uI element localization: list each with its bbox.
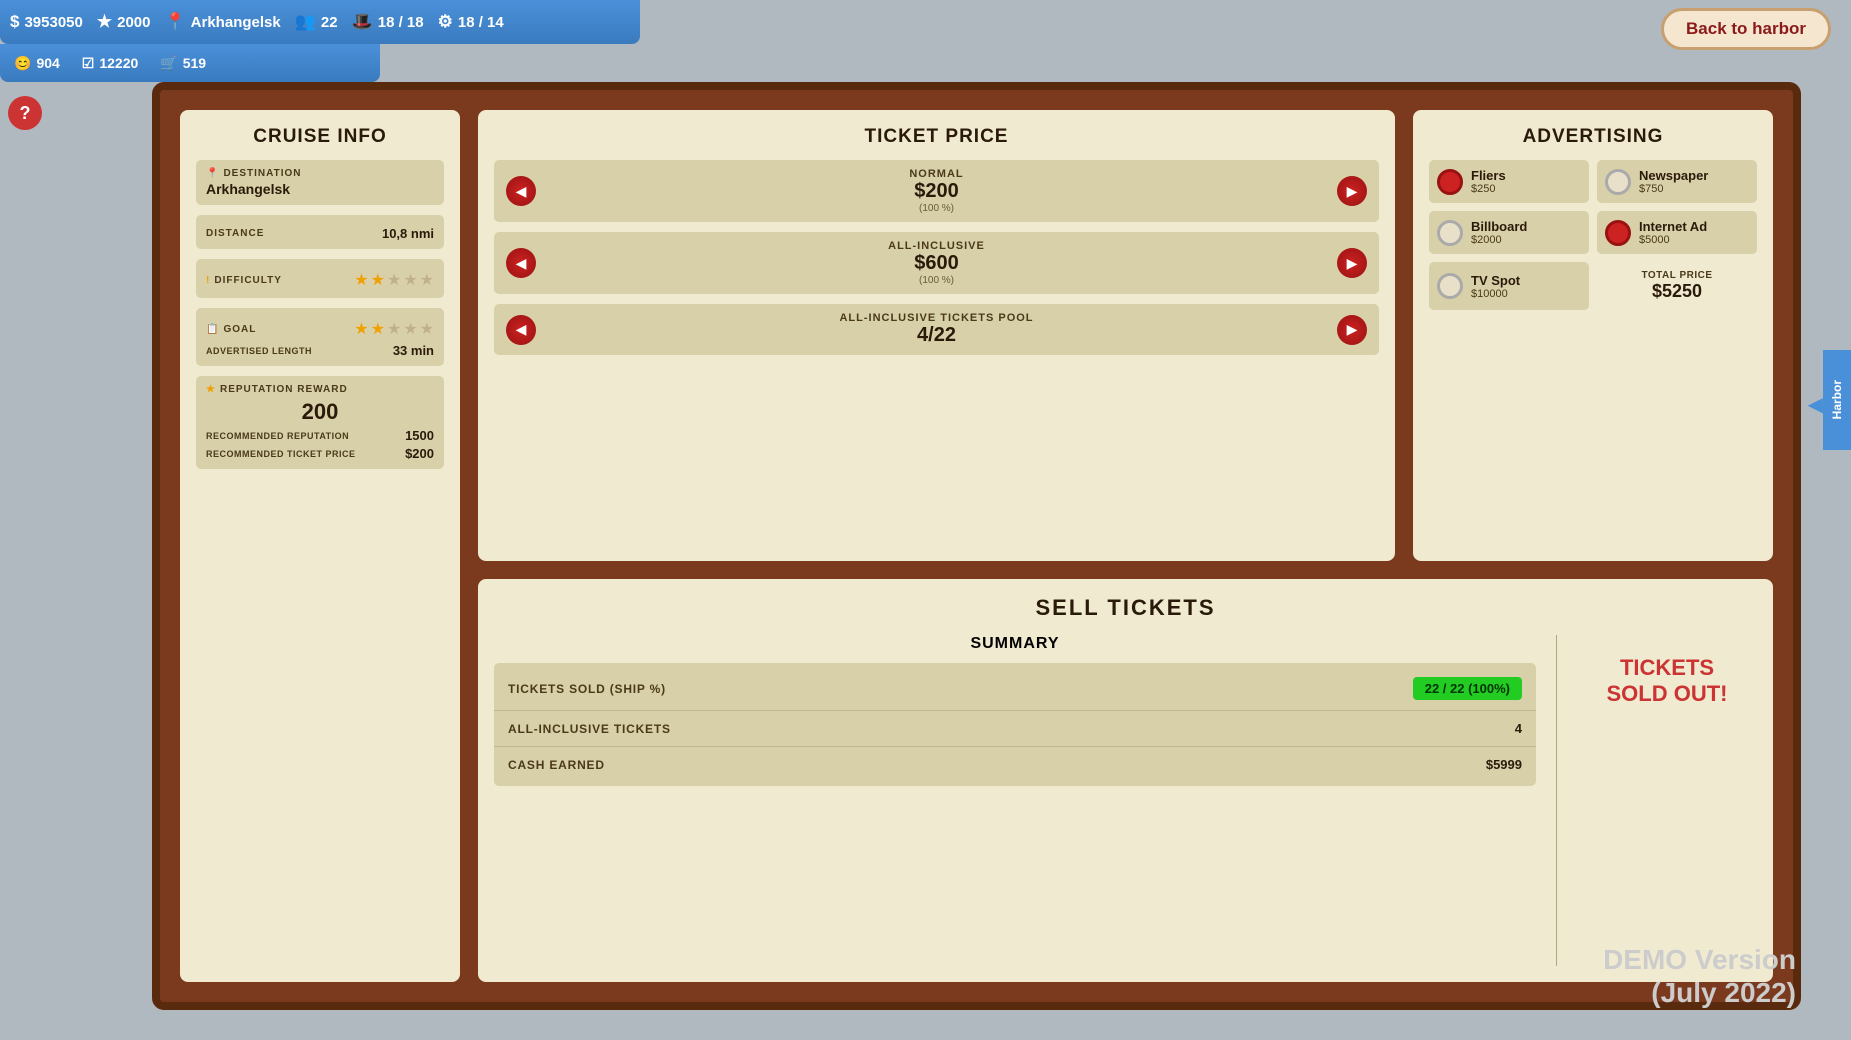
- stat3-display: 🛒 519: [160, 55, 206, 72]
- pool-increase-button[interactable]: ▶: [1337, 315, 1367, 345]
- money-icon: $: [10, 12, 19, 32]
- stat2-icon: ☑: [82, 55, 95, 72]
- summary-table: TICKETS SOLD (SHIP %) 22 / 22 (100%) ALL…: [494, 663, 1536, 786]
- sell-summary-section: SUMMARY TICKETS SOLD (SHIP %) 22 / 22 (1…: [494, 635, 1536, 966]
- star-icon: ★: [97, 12, 112, 32]
- stat2-display: ☑ 12220: [82, 55, 139, 72]
- ad-billboard[interactable]: Billboard $2000: [1429, 211, 1589, 254]
- difficulty-row: ! DIFFICULTY ★ ★ ★ ★ ★: [196, 259, 444, 298]
- harbor-tab[interactable]: Harbor: [1823, 350, 1851, 450]
- ad-internet[interactable]: Internet Ad $5000: [1597, 211, 1757, 254]
- destination-value: Arkhangelsk: [206, 181, 434, 197]
- location-icon: 📍: [165, 12, 186, 32]
- stat3-icon: 🛒: [160, 55, 177, 72]
- tickets-sold-bar: 22 / 22 (100%): [1413, 677, 1522, 700]
- location-display: 📍 Arkhangelsk: [165, 12, 281, 32]
- crew-icon: 👥: [295, 12, 316, 32]
- destination-row: 📍 DESTINATION Arkhangelsk: [196, 160, 444, 205]
- distance-label: DISTANCE: [206, 228, 264, 239]
- capacity-display: 🎩 18 / 18: [352, 12, 424, 32]
- ad-tvspot[interactable]: TV Spot $10000: [1429, 262, 1589, 310]
- stat1-display: 😊 904: [14, 55, 60, 72]
- star-filled-icon: ★: [206, 384, 216, 395]
- back-to-harbor-button[interactable]: Back to harbor: [1661, 8, 1831, 50]
- normal-price-increase-button[interactable]: ▶: [1337, 176, 1367, 206]
- ad-fliers-radio[interactable]: [1437, 169, 1463, 195]
- top-bar: $ 3953050 ★ 2000 📍 Arkhangelsk 👥 22 🎩 18…: [0, 0, 640, 44]
- pool-ticket-row: ◀ ALL-INCLUSIVE TICKETS POOL 4/22 ▶: [494, 304, 1379, 355]
- goal-row: 📋 GOAL ★ ★ ★ ★ ★ ADVERTISED LENGTH 33 mi…: [196, 308, 444, 366]
- advertising-title: ADVERTISING: [1429, 126, 1757, 148]
- advertised-length-label: ADVERTISED LENGTH: [206, 346, 312, 356]
- cruise-info-panel: CRUISE INFO 📍 DESTINATION Arkhangelsk DI…: [180, 110, 460, 982]
- recommended-reputation-row: RECOMMENDED REPUTATION 1500: [206, 428, 434, 443]
- gear-icon: ⚙: [438, 12, 453, 32]
- cash-earned-row: CASH EARNED $5999: [494, 747, 1536, 782]
- stat1-icon: 😊: [14, 55, 31, 72]
- ad-fliers[interactable]: Fliers $250: [1429, 160, 1589, 203]
- distance-row: DISTANCE 10,8 nmi: [196, 215, 444, 249]
- allinclusive-ticket-center: ALL-INCLUSIVE $600 (100 %): [536, 240, 1337, 286]
- difficulty-icon: !: [206, 275, 210, 286]
- cruise-info-title: CRUISE INFO: [196, 126, 444, 148]
- help-button[interactable]: ?: [8, 96, 42, 130]
- advertising-grid: Fliers $250 Newspaper $750 Billboard $20…: [1429, 160, 1757, 310]
- allinclusive-price-decrease-button[interactable]: ◀: [506, 248, 536, 278]
- ad-newspaper[interactable]: Newspaper $750: [1597, 160, 1757, 203]
- sell-tickets-content: SUMMARY TICKETS SOLD (SHIP %) 22 / 22 (1…: [494, 635, 1757, 966]
- normal-ticket-row: ◀ NORMAL $200 (100 %) ▶: [494, 160, 1379, 222]
- tickets-sold-row: TICKETS SOLD (SHIP %) 22 / 22 (100%): [494, 667, 1536, 711]
- ad-internet-radio[interactable]: [1605, 220, 1631, 246]
- ticket-price-panel: TICKET PRICE ◀ NORMAL $200 (100 %) ▶ ◀ A…: [478, 110, 1395, 561]
- advertising-panel: ADVERTISING Fliers $250 Newspaper $750: [1413, 110, 1773, 561]
- pool-ticket-center: ALL-INCLUSIVE TICKETS POOL 4/22: [536, 312, 1337, 347]
- ticket-price-title: TICKET PRICE: [494, 126, 1379, 148]
- sold-out-section: TICKETS SOLD OUT!: [1577, 635, 1757, 966]
- normal-ticket-center: NORMAL $200 (100 %): [536, 168, 1337, 214]
- divider: [1556, 635, 1557, 966]
- reputation-display: ★ 2000: [97, 12, 151, 32]
- difficulty-label: ! DIFFICULTY: [206, 275, 282, 286]
- settings-display: ⚙ 18 / 14: [438, 12, 504, 32]
- capacity-icon: 🎩: [352, 12, 373, 32]
- demo-watermark: DEMO Version (July 2022): [1603, 943, 1796, 1010]
- ad-total: TOTAL PRICE $5250: [1597, 262, 1757, 310]
- normal-price-decrease-button[interactable]: ◀: [506, 176, 536, 206]
- money-display: $ 3953050: [10, 12, 83, 32]
- allinclusive-price-increase-button[interactable]: ▶: [1337, 248, 1367, 278]
- allinclusive-ticket-row: ◀ ALL-INCLUSIVE $600 (100 %) ▶: [494, 232, 1379, 294]
- summary-label: SUMMARY: [494, 635, 1536, 653]
- ad-newspaper-radio[interactable]: [1605, 169, 1631, 195]
- sub-bar: 😊 904 ☑ 12220 🛒 519: [0, 44, 380, 82]
- sold-out-text: TICKETS SOLD OUT!: [1607, 655, 1728, 708]
- goal-label: 📋 GOAL: [206, 324, 256, 335]
- reputation-reward-row: ★ REPUTATION REWARD 200 RECOMMENDED REPU…: [196, 376, 444, 469]
- recommended-price-row: RECOMMENDED TICKET PRICE $200: [206, 446, 434, 461]
- crew-display: 👥 22: [295, 12, 338, 32]
- main-board: CRUISE INFO 📍 DESTINATION Arkhangelsk DI…: [152, 82, 1801, 1010]
- advertised-length-value: 33 min: [393, 343, 434, 358]
- difficulty-stars: ★ ★ ★ ★ ★: [354, 270, 434, 290]
- distance-value: 10,8 nmi: [382, 226, 434, 241]
- reputation-reward-label: ★ REPUTATION REWARD: [206, 384, 434, 395]
- allinclusive-tickets-row: ALL-INCLUSIVE TICKETS 4: [494, 711, 1536, 747]
- reputation-reward-value: 200: [206, 399, 434, 425]
- harbor-arrow-icon: ◀: [1808, 392, 1823, 417]
- sell-tickets-panel: SELL TICKETS SUMMARY TICKETS SOLD (SHIP …: [478, 579, 1773, 982]
- destination-icon: 📍: [206, 168, 219, 179]
- ad-tvspot-radio[interactable]: [1437, 273, 1463, 299]
- goal-stars: ★ ★ ★ ★ ★: [354, 319, 434, 339]
- ad-billboard-radio[interactable]: [1437, 220, 1463, 246]
- goal-icon: 📋: [206, 324, 219, 335]
- destination-label: 📍 DESTINATION: [206, 168, 434, 179]
- pool-decrease-button[interactable]: ◀: [506, 315, 536, 345]
- sell-tickets-title: SELL TICKETS: [494, 595, 1757, 621]
